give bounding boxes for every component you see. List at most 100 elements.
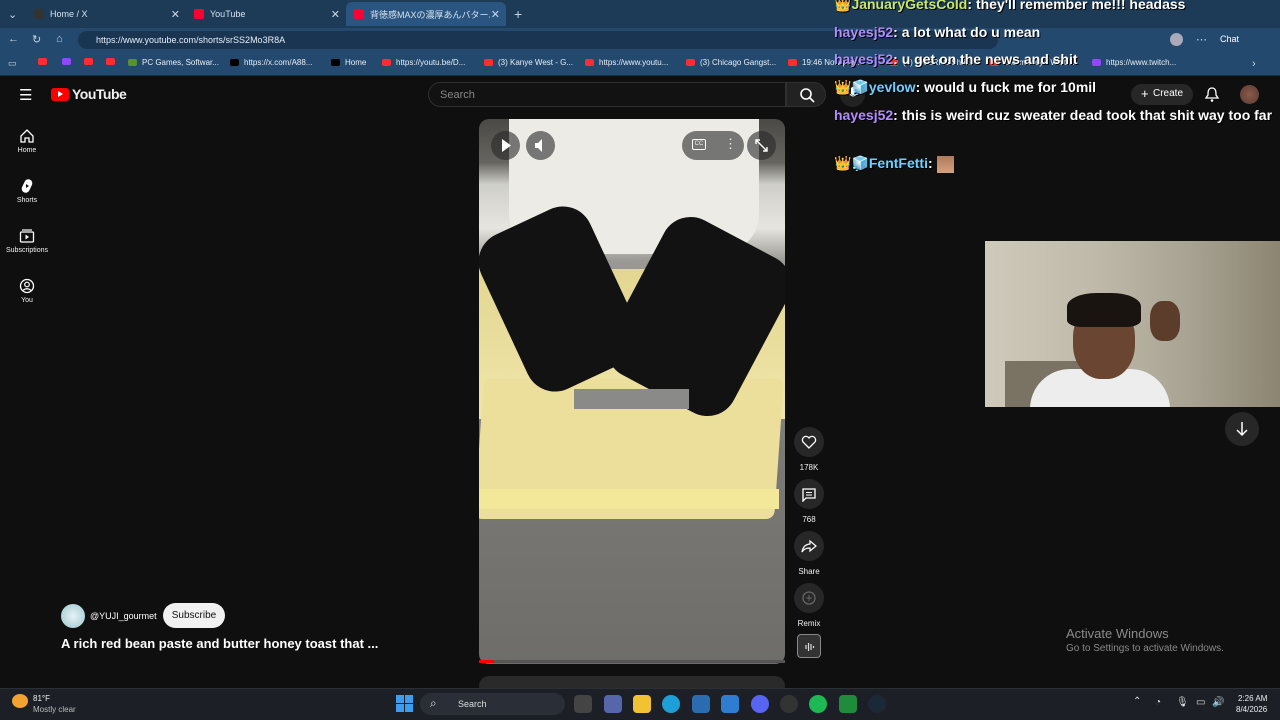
tab-x-home[interactable]: Home / X ✕ — [26, 2, 186, 26]
short-title[interactable]: A rich red bean paste and butter honey t… — [61, 636, 378, 651]
bookmark-youtu-be[interactable]: https://youtu.be/D... — [382, 58, 465, 67]
crown-icon: 👑 — [834, 79, 852, 95]
play-icon — [502, 139, 511, 152]
cube-icon: 🧊 — [851, 79, 869, 95]
video-progress-fill — [479, 660, 495, 663]
tab-youtube[interactable]: YouTube ✕ — [186, 2, 346, 26]
taskbar-search[interactable]: ⌕ Search — [420, 693, 565, 715]
tab-active-video[interactable]: 背徳感MAXの濃厚あんバターハニート… ✕ — [346, 2, 506, 26]
discord-icon[interactable] — [751, 695, 769, 713]
bookmark-youtube-3[interactable] — [106, 58, 120, 65]
bookmark-pc-games[interactable]: PC Games, Softwar... — [128, 58, 219, 67]
bookmark-kanye[interactable]: (3) Kanye West - G... — [484, 58, 573, 67]
search-button[interactable] — [786, 82, 826, 107]
microphone-icon[interactable]: 🎙 — [1176, 697, 1189, 708]
store-icon[interactable] — [692, 695, 710, 713]
bookmark-x-home[interactable]: Home — [331, 58, 366, 67]
share-button[interactable]: Share — [794, 531, 824, 576]
clock-time[interactable]: 2:26 AM — [1238, 694, 1267, 703]
sidebar-item-shorts[interactable]: Shorts — [0, 178, 54, 204]
clock-date[interactable]: 8/4/2026 — [1236, 705, 1267, 714]
sound-button[interactable] — [797, 634, 821, 658]
arrow-down-icon — [1236, 422, 1248, 437]
sidebar-item-home[interactable]: Home — [0, 128, 54, 154]
bookmark-youtube[interactable] — [38, 58, 52, 65]
windows-start-icon[interactable] — [396, 695, 413, 712]
sidebar-item-subscriptions[interactable]: Subscriptions — [0, 228, 54, 254]
volume-icon — [535, 139, 542, 152]
weather-temp[interactable]: 81°F — [33, 694, 50, 703]
cube-icon: 🧊 — [851, 155, 869, 171]
channel-name[interactable]: @YUJI_gourmet — [90, 611, 157, 621]
xbox-icon[interactable] — [839, 695, 857, 713]
reading-list-icon[interactable]: ▭ — [8, 58, 17, 69]
short-video-player[interactable] — [479, 119, 785, 664]
menu-icon[interactable]: ☰ — [19, 86, 32, 104]
youtube-logo[interactable]: YouTube — [51, 86, 127, 102]
tab-list-icon[interactable]: ⌄ — [8, 8, 17, 21]
tab-title: Home / X — [50, 9, 88, 19]
close-icon[interactable]: ✕ — [171, 8, 180, 21]
x-logo-icon — [34, 9, 44, 19]
display-icon[interactable]: ▭ — [1196, 697, 1205, 708]
video-frame-butter-edge — [479, 489, 779, 509]
search-icon: ⌕ — [430, 696, 437, 710]
weather-icon[interactable] — [12, 694, 28, 708]
share-label: Share — [798, 567, 820, 576]
steam-icon[interactable] — [868, 695, 886, 713]
remix-button[interactable]: Remix — [794, 583, 824, 628]
comments-button[interactable]: 768 — [794, 479, 824, 524]
back-icon[interactable]: ← — [8, 33, 19, 45]
bookmark-x-a88[interactable]: https://x.com/A88... — [230, 58, 312, 67]
close-icon[interactable]: ✕ — [491, 8, 500, 21]
bookmark-youtube-2[interactable] — [84, 58, 98, 65]
bookmark-chicago[interactable]: (3) Chicago Gangst... — [686, 58, 776, 67]
tab-title: 背徳感MAXの濃厚あんバターハニート… — [370, 9, 490, 20]
bookmark-youtube-link[interactable]: https://www.youtu... — [585, 58, 668, 67]
next-short-preview[interactable] — [479, 676, 785, 688]
like-button[interactable]: 178K — [794, 427, 824, 472]
home-icon[interactable]: ⌂ — [56, 33, 63, 45]
url-text: https://www.youtube.com/shorts/srSS2Mo3R… — [96, 35, 286, 45]
file-explorer-icon[interactable] — [633, 695, 651, 713]
heart-icon — [801, 435, 817, 449]
chat-message: hayesj52: this is weird cuz sweater dead… — [834, 107, 1273, 123]
channel-avatar[interactable] — [61, 604, 85, 628]
home-icon — [20, 129, 34, 143]
video-progress-track[interactable] — [479, 660, 785, 663]
crown-icon: 👑 — [834, 0, 852, 12]
reload-icon[interactable]: ↻ — [32, 33, 41, 46]
widgets-icon[interactable] — [604, 695, 622, 713]
task-view-icon[interactable] — [574, 695, 592, 713]
spotify-icon[interactable] — [809, 695, 827, 713]
more-vert-icon[interactable]: ⋮ — [724, 136, 737, 152]
mail-icon[interactable] — [721, 695, 739, 713]
play-button[interactable] — [491, 131, 520, 160]
next-short-button[interactable] — [1225, 412, 1259, 446]
fullscreen-button[interactable] — [747, 131, 776, 160]
edge-browser-icon[interactable] — [662, 695, 680, 713]
chevron-up-icon[interactable]: ⌃ — [1133, 696, 1141, 707]
remix-label: Remix — [797, 619, 821, 628]
youtube-logo-icon — [354, 9, 364, 19]
webcam-person-hair — [1067, 293, 1141, 327]
sidebar-item-you[interactable]: You — [0, 278, 54, 304]
app-icon[interactable] — [780, 695, 798, 713]
crown-icon: 👑 — [834, 155, 852, 171]
bookmark-twitch[interactable] — [62, 58, 76, 65]
chat-message: 👑🧊yevlow: would u fuck me for 10mil — [834, 79, 1097, 95]
captions-icon[interactable]: CC — [692, 139, 706, 150]
emote-image — [936, 155, 954, 173]
remix-icon — [802, 591, 816, 605]
network-icon[interactable]: ◔ — [1155, 697, 1161, 708]
speaker-icon[interactable]: 🔊 — [1212, 697, 1224, 708]
search-input[interactable]: Search — [428, 82, 786, 107]
close-icon[interactable]: ✕ — [331, 8, 340, 21]
new-tab-icon[interactable]: + — [514, 6, 522, 22]
webcam-person-hand — [1150, 301, 1180, 341]
chat-message: hayesj52: a lot what do u mean — [834, 24, 1041, 40]
youtube-play-icon — [51, 87, 69, 101]
subscribe-button[interactable]: Subscribe — [163, 603, 225, 628]
youtube-logo-icon — [194, 9, 204, 19]
mute-button[interactable] — [526, 131, 555, 160]
